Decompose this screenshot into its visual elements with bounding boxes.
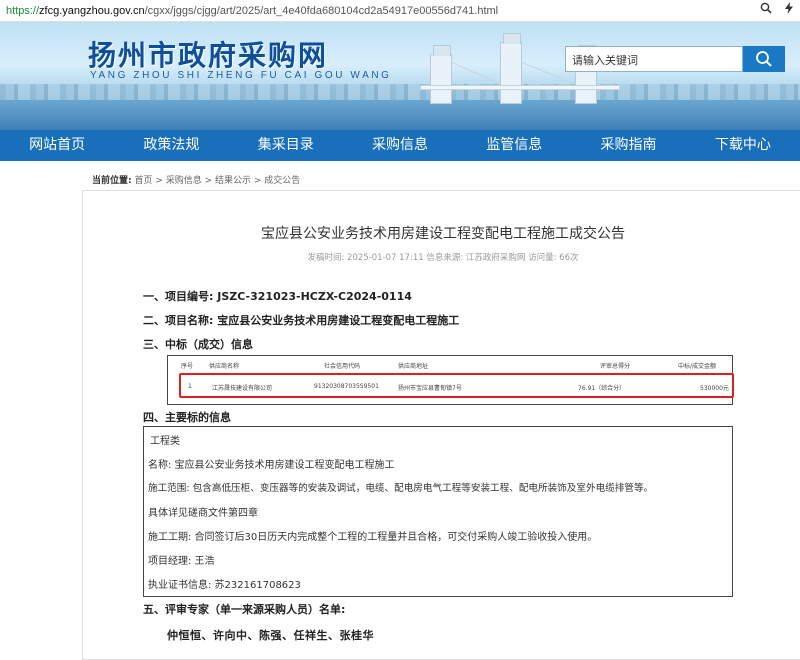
bridge-tower [430,45,452,104]
info-period: 施工工期: 合同签订后30日历天内完成整个工程的工程量并且合格，可交付采购人竣工… [148,532,598,543]
site-title[interactable]: 扬州市政府采购网 [88,34,328,74]
nav-supervision[interactable]: 监管信息 [457,130,571,161]
nav-policy[interactable]: 政策法规 [114,130,228,161]
breadcrumb: 当前位置: 首页 > 采购信息 > 结果公示 > 成交公告 [92,173,300,186]
main-nav: 网站首页 政策法规 集采目录 采购信息 监管信息 采购指南 下载中心 [0,130,800,161]
nav-home[interactable]: 网站首页 [0,130,114,161]
table-header-cell: 社会信用代码 [324,363,361,370]
search-input[interactable]: 请输入关键词 [565,46,743,72]
table-header-cell: 评审总得分 [600,363,631,370]
section-experts: 五、评审专家（单一来源采购人员）名单: [143,603,346,616]
address-bar[interactable]: https://zfcg.yangzhou.gov.cn/cgxx/jggs/c… [0,0,800,22]
breadcrumb-path[interactable]: 首页 > 采购信息 > 结果公示 > 成交公告 [134,176,300,186]
search-icon[interactable] [760,2,772,17]
info-name: 名称: 宝应县公安业务技术用房建设工程变配电工程施工 [148,460,395,471]
experts-list: 仲恒恒、许向中、陈强、任祥生、张桂华 [167,629,374,642]
url-host: zfcg.yangzhou.gov.cn [39,4,145,17]
section-project-number: 一、项目编号: JSZC-321023-HCZX-C2024-0114 [143,290,412,303]
info-manager: 项目经理: 王浩 [148,556,215,567]
highlight-box [179,373,734,398]
subject-info-box: 工程类 名称: 宝应县公安业务技术用房建设工程变配电工程施工 施工范围: 包含高… [143,426,733,597]
info-certificate: 执业证书信息: 苏232161708623 [148,580,301,591]
table-header-cell: 中标/成交金额 [678,363,717,370]
url-path: /cgxx/jggs/cjgg/art/2025/art_4e40fda6801… [144,4,499,17]
nav-guide[interactable]: 采购指南 [571,130,685,161]
article: 宝应县公安业务技术用房建设工程变配电工程施工成交公告 发稿时间: 2025-01… [82,190,800,660]
bridge-cable [451,62,498,84]
nav-catalog[interactable]: 集采目录 [229,130,343,161]
nav-procurement-info[interactable]: 采购信息 [343,130,457,161]
table-header-cell: 供应商名称 [209,363,240,370]
bridge-deck [420,85,620,90]
section-subject-info: 四、主要标的信息 [143,411,231,424]
lightning-icon[interactable] [784,2,794,17]
nav-downloads[interactable]: 下载中心 [686,130,800,161]
site-subtitle: YANG ZHOU SHI ZHENG FU CAI GOU WANG [90,70,392,81]
article-meta: 发稿时间: 2025-01-07 17:11 信息来源: 江苏政府采购网 访问量… [307,253,579,263]
section-project-name: 二、项目名称: 宝应县公安业务技术用房建设工程变配电工程施工 [143,314,460,327]
url-scheme: https:// [6,4,40,17]
section-award-info: 三、中标（成交）信息 [143,338,253,351]
site-banner: 扬州市政府采购网 YANG ZHOU SHI ZHENG FU CAI GOU … [0,22,800,130]
search-button[interactable] [743,46,785,72]
river-water [0,100,800,130]
bridge-tower [500,33,522,104]
info-category: 工程类 [150,436,180,447]
info-detail: 具体详见磋商文件第四章 [148,508,258,519]
search-icon [756,51,772,67]
breadcrumb-label: 当前位置: [92,176,132,186]
article-title: 宝应县公安业务技术用房建设工程变配电工程施工成交公告 [261,226,625,242]
info-scope: 施工范围: 包含高低压柜、变压器等的安装及调试，电缆、配电房电气工程等安装工程、… [148,483,654,494]
table-header-cell: 序号 [181,363,194,370]
table-header-cell: 供应商地址 [398,363,429,370]
